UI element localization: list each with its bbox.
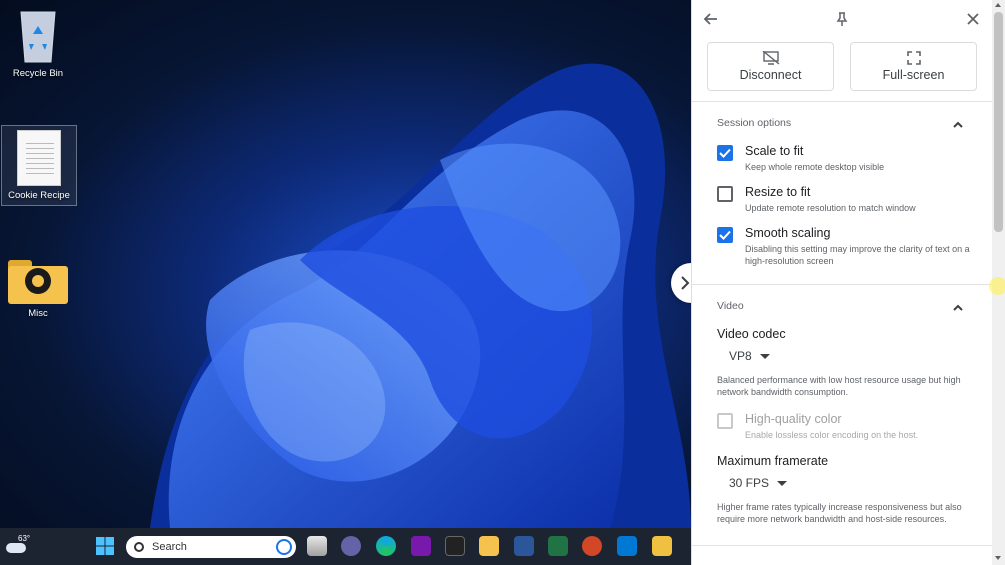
resolve-icon[interactable] [445, 536, 465, 556]
scroll-thumb[interactable] [994, 12, 1003, 232]
max-framerate-select[interactable]: 30 FPS [729, 476, 788, 490]
option-smooth-scaling[interactable]: Smooth scaling Disabling this setting ma… [717, 226, 980, 267]
option-description: Update remote resolution to match window [745, 203, 916, 213]
option-description: Disabling this setting may improve the c… [745, 244, 970, 266]
option-label: Smooth scaling [745, 226, 831, 240]
max-framerate-value: 30 FPS [729, 476, 770, 490]
weather-widget[interactable]: 63° [6, 534, 34, 558]
check-icon [719, 230, 731, 240]
windows-start-icon[interactable] [95, 536, 115, 556]
excel-icon[interactable] [548, 536, 568, 556]
fullscreen-button[interactable]: Full-screen [850, 42, 977, 91]
max-framerate-label: Maximum framerate [717, 454, 829, 468]
edge-icon[interactable] [376, 536, 396, 556]
checkbox-unchecked[interactable] [717, 186, 733, 202]
panel-header: Disconnect Full-screen [692, 0, 992, 102]
search-placeholder: Search [152, 541, 187, 553]
search-icon [134, 542, 144, 552]
section-title: Session options [717, 117, 792, 129]
option-high-quality-color: High-quality color Enable lossless color… [717, 412, 980, 441]
fullscreen-icon [906, 51, 921, 65]
option-description: Enable lossless color encoding on the ho… [745, 430, 919, 440]
section-title: Video [717, 300, 744, 312]
taskbar-search[interactable]: Search [126, 536, 296, 558]
cloud-icon [6, 543, 26, 553]
bing-icon [276, 539, 292, 555]
word-icon[interactable] [514, 536, 534, 556]
option-label: Resize to fit [745, 185, 811, 199]
option-resize-to-fit[interactable]: Resize to fit Update remote resolution t… [717, 185, 980, 214]
dropdown-caret-icon [759, 353, 770, 359]
teams-icon[interactable] [341, 536, 361, 556]
video-section: Video Video codec VP8 Balanced performan… [692, 285, 992, 546]
task-view-icon[interactable] [307, 536, 327, 556]
desktop-icon-recycle-bin[interactable]: Recycle Bin [0, 4, 76, 79]
remote-desktop[interactable]: Recycle Bin Cookie Recipe Misc [0, 0, 691, 528]
video-codec-help: Balanced performance with low host resou… [717, 375, 961, 397]
session-options-section: Session options Scale to fit Keep whole … [692, 102, 992, 285]
video-codec-value: VP8 [729, 349, 752, 363]
chevron-up-icon[interactable] [952, 119, 964, 131]
app-icon[interactable] [652, 536, 672, 556]
check-icon [719, 148, 731, 158]
powerpoint-icon[interactable] [582, 536, 602, 556]
outlook-icon[interactable] [617, 536, 637, 556]
scroll-up-arrow-icon[interactable] [995, 3, 1001, 7]
desktop-icon-label: Cookie Recipe [8, 190, 70, 201]
next-section-stub [692, 546, 992, 565]
onenote-icon[interactable] [411, 536, 431, 556]
back-arrow-icon[interactable] [702, 10, 720, 28]
option-label: Scale to fit [745, 144, 804, 158]
pin-icon[interactable] [833, 10, 851, 28]
checkbox-checked[interactable] [717, 227, 733, 243]
desktop-icon-label: Recycle Bin [12, 68, 64, 79]
wallpaper-bloom [150, 63, 691, 528]
fullscreen-label: Full-screen [882, 68, 945, 82]
video-codec-label: Video codec [717, 327, 786, 341]
checkbox-checked[interactable] [717, 145, 733, 161]
chevron-right-icon [681, 276, 690, 290]
desktop-icon-label: Misc [28, 308, 48, 319]
mouse-cursor-icon [989, 277, 1005, 295]
disconnect-label: Disconnect [739, 68, 802, 82]
weather-temp: 63° [18, 534, 31, 543]
document-icon [17, 130, 61, 186]
scroll-down-arrow-icon[interactable] [995, 556, 1001, 560]
desktop-icon-cookie-recipe[interactable]: Cookie Recipe [1, 125, 77, 206]
file-explorer-icon[interactable] [479, 536, 499, 556]
option-scale-to-fit[interactable]: Scale to fit Keep whole remote desktop v… [717, 144, 980, 173]
disconnect-button[interactable]: Disconnect [707, 42, 834, 91]
folder-icon [8, 256, 68, 304]
max-framerate-help: Higher frame rates typically increase re… [717, 502, 962, 524]
recycle-bin-icon [15, 4, 61, 64]
taskbar: 63° Search [0, 528, 691, 565]
close-icon[interactable] [964, 10, 982, 28]
dropdown-caret-icon [777, 480, 788, 486]
remote-options-panel: Disconnect Full-screen Session options S… [691, 0, 992, 565]
checkbox-disabled [717, 413, 733, 429]
option-label: High-quality color [745, 412, 842, 426]
chevron-up-icon[interactable] [952, 302, 964, 314]
screen-off-icon [762, 51, 779, 65]
option-description: Keep whole remote desktop visible [745, 162, 885, 172]
desktop-icon-misc[interactable]: Misc [0, 256, 76, 319]
video-codec-select[interactable]: VP8 [729, 349, 770, 363]
